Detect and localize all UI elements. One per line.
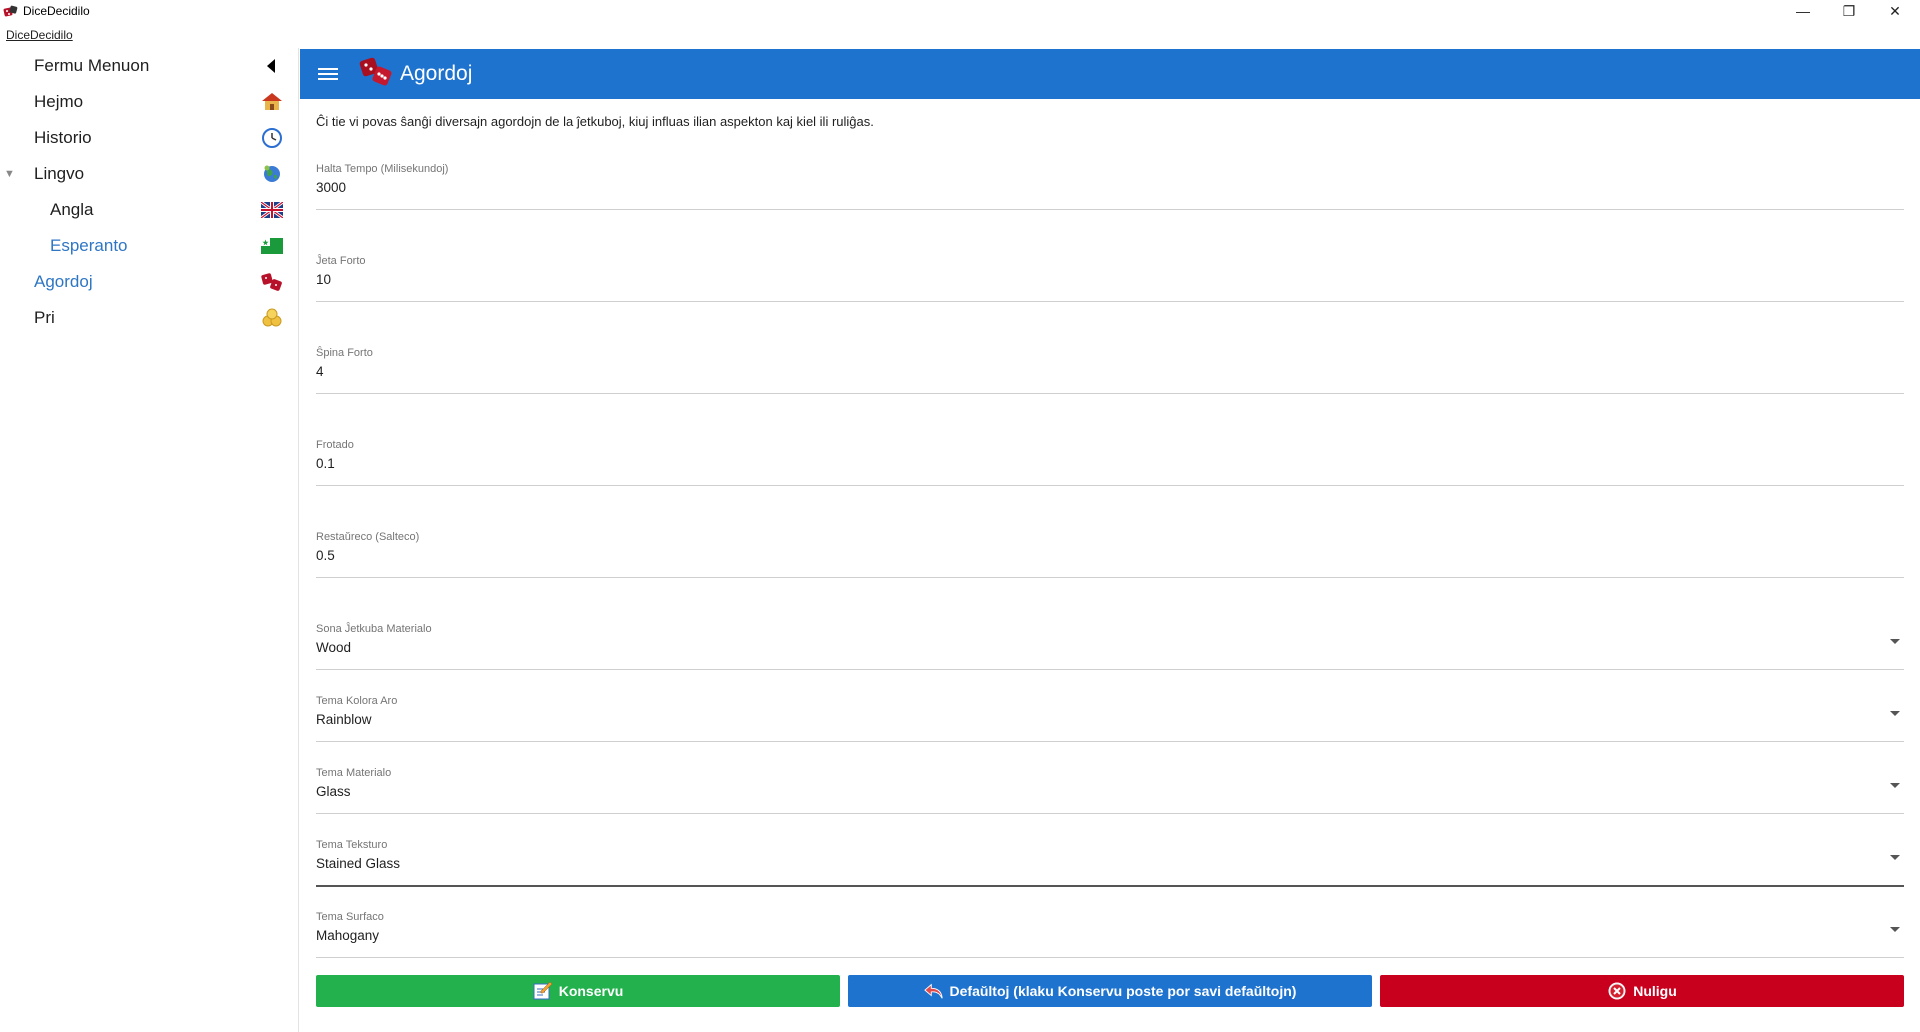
field-value[interactable]: 10 (316, 272, 331, 287)
field-value[interactable]: 4 (316, 364, 324, 379)
theme-texture-select[interactable]: Tema Teksturo Stained Glass (316, 839, 1904, 887)
window-subtitle: DiceDecidilo (6, 28, 73, 42)
collapse-triangle-icon[interactable]: ▼ (4, 168, 15, 180)
close-window-button[interactable]: ✕ (1872, 0, 1918, 22)
cancel-x-icon (1607, 981, 1627, 1001)
sidebar-item-label: Historio (34, 128, 92, 147)
sidebar-item-esperanto[interactable]: Esperanto (0, 228, 299, 264)
stop-time-field[interactable]: Halta Tempo (Milisekundoj) 3000 (316, 163, 1904, 210)
sidebar-item-label: Lingvo (34, 164, 85, 183)
sidebar-item-label: Angla (50, 200, 94, 219)
sidebar-item-label: Esperanto (50, 236, 128, 255)
field-label: Halta Tempo (Milisekundoj) (316, 163, 449, 175)
settings-description: Ĉi tie vi povas ŝanĝi diversajn agordojn… (316, 114, 874, 129)
color-set-select[interactable]: Tema Kolora Aro Rainblow (316, 695, 1904, 742)
dropdown-arrow-icon[interactable] (1890, 855, 1900, 860)
field-label: Sona Ĵetkuba Materialo (316, 623, 432, 635)
uk-flag-icon (261, 199, 283, 221)
field-value: Glass (316, 784, 351, 799)
field-label: Restaŭreco (Salteco) (316, 531, 420, 543)
theme-material-select[interactable]: Tema Materialo Glass (316, 767, 1904, 814)
sidebar-item-english[interactable]: Angla (0, 192, 299, 228)
cancel-button[interactable]: Nuligu (1380, 975, 1904, 1007)
esperanto-flag-icon (261, 235, 283, 257)
save-pencil-icon (533, 981, 553, 1001)
field-label: Frotado (316, 439, 354, 451)
dropdown-arrow-icon[interactable] (1890, 711, 1900, 716)
dropdown-arrow-icon[interactable] (1890, 783, 1900, 788)
minimize-button[interactable]: — (1780, 0, 1826, 22)
field-value: Mahogany (316, 928, 380, 943)
field-value: Stained Glass (316, 856, 401, 871)
globe-icon (261, 163, 283, 185)
spin-force-field[interactable]: Ŝpina Forto 4 (316, 347, 1904, 394)
restitution-field[interactable]: Restaŭreco (Salteco) 0.5 (316, 531, 1904, 578)
field-label: Tema Surfaco (316, 911, 384, 923)
field-label: Ŝpina Forto (316, 347, 373, 359)
app-dice-icon (3, 3, 19, 19)
window-title: DiceDecidilo (23, 4, 90, 18)
sidebar-item-label: Fermu Menuon (34, 56, 150, 75)
sidebar-item-history[interactable]: Historio (0, 120, 299, 156)
field-label: Tema Teksturo (316, 839, 388, 851)
undo-arrow-icon (923, 981, 944, 1001)
save-button-label: Konservu (558, 983, 624, 999)
dropdown-arrow-icon[interactable] (1890, 639, 1900, 644)
sidebar-item-home[interactable]: Hejmo (0, 84, 299, 120)
clock-icon (261, 127, 283, 149)
hamburger-menu-icon[interactable] (318, 66, 338, 82)
throw-force-field[interactable]: Ĵeta Forto 10 (316, 255, 1904, 302)
sidebar-item-label: Hejmo (34, 92, 84, 111)
restore-button[interactable]: ❐ (1826, 0, 1872, 22)
field-label: Tema Materialo (316, 767, 392, 779)
friction-field[interactable]: Frotado 0.1 (316, 439, 1904, 486)
page-title: Agordoj (400, 62, 473, 85)
sidebar-item-label: Agordoj (34, 272, 93, 291)
field-value: Rainblow (316, 712, 372, 727)
dice-icon (261, 271, 283, 293)
defaults-button[interactable]: Defaŭltoj (klaku Konservu poste por savi… (848, 975, 1372, 1007)
caret-left-icon (261, 55, 283, 77)
sidebar-item-label: Pri (34, 308, 55, 327)
theme-surface-select[interactable]: Tema Surfaco Mahogany (316, 911, 1904, 958)
field-label: Tema Kolora Aro (316, 695, 398, 707)
dropdown-arrow-icon[interactable] (1890, 927, 1900, 932)
defaults-button-label: Defaŭltoj (klaku Konservu poste por savi… (949, 983, 1297, 999)
sidebar-item-close-menu[interactable]: Fermu Menuon (0, 48, 299, 84)
save-button[interactable]: Konservu (316, 975, 840, 1007)
home-icon (261, 91, 283, 113)
sidebar-item-about[interactable]: Pri (0, 300, 299, 336)
sidebar-nav: Fermu Menuon Hejmo Historio ▼ Lingvo Ang… (0, 48, 299, 1032)
header-dice-icon (358, 56, 396, 92)
field-value[interactable]: 0.1 (316, 456, 335, 471)
sidebar-item-language[interactable]: ▼ Lingvo (0, 156, 299, 192)
field-value: Wood (316, 640, 352, 655)
field-label: Ĵeta Forto (316, 255, 366, 267)
field-value[interactable]: 0.5 (316, 548, 335, 563)
info-icon (261, 307, 283, 329)
sidebar-item-settings[interactable]: Agordoj (0, 264, 299, 300)
app-header: Agordoj (300, 49, 1920, 99)
sound-material-select[interactable]: Sona Ĵetkuba Materialo Wood (316, 623, 1904, 670)
cancel-button-label: Nuligu (1633, 983, 1677, 999)
window-title-bar: DiceDecidilo (0, 0, 1920, 22)
field-value[interactable]: 3000 (316, 180, 346, 195)
settings-content: Ĉi tie vi povas ŝanĝi diversajn agordojn… (300, 99, 1920, 1032)
